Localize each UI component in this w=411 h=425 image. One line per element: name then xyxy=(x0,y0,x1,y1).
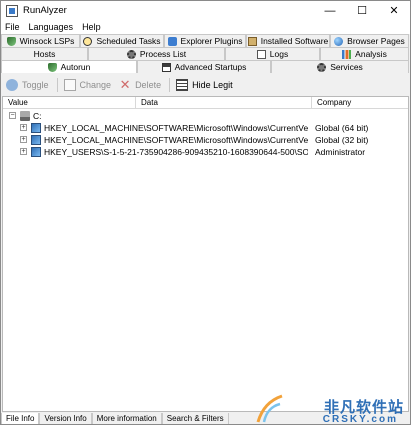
maximize-button[interactable]: ☐ xyxy=(346,1,378,20)
toggle-button[interactable]: Toggle xyxy=(6,79,49,91)
tab-logs[interactable]: Logs xyxy=(225,47,320,60)
window-title: RunAlyzer xyxy=(23,5,67,16)
tab-label: Autorun xyxy=(60,62,91,72)
app-icon xyxy=(6,4,18,17)
registry-key-icon xyxy=(31,123,41,133)
tab-label: Logs xyxy=(269,49,289,59)
tab-row-3: Autorun Advanced Startups Services xyxy=(1,60,409,73)
app-window: RunAlyzer — ☐ ✕ File Languages Help Wins… xyxy=(0,0,411,425)
registry-key-icon xyxy=(31,135,41,145)
column-company[interactable]: Company xyxy=(312,97,408,109)
close-button[interactable]: ✕ xyxy=(378,1,410,20)
globe-icon xyxy=(334,36,344,46)
toggle-icon xyxy=(6,79,18,91)
gears-icon xyxy=(126,49,136,59)
change-label: Change xyxy=(79,80,112,90)
tab-label: Scheduled Tasks xyxy=(96,36,161,46)
tab-explorer-plugins[interactable]: Explorer Plugins xyxy=(164,34,246,47)
toolbar-separator xyxy=(169,78,171,92)
document-icon xyxy=(256,49,266,59)
tab-search-filters[interactable]: Search & Filters xyxy=(161,413,229,424)
minimize-button[interactable]: — xyxy=(314,1,346,20)
tab-autorun[interactable]: Autorun xyxy=(1,60,137,73)
title-bar: RunAlyzer — ☐ ✕ xyxy=(1,1,410,20)
clock-icon xyxy=(83,36,93,46)
hide-legit-button[interactable]: Hide Legit xyxy=(176,79,233,91)
tree-row[interactable]: + HKEY_USERS\S-1-5-21-735904286-90943521… xyxy=(3,146,408,158)
edit-icon xyxy=(63,79,76,91)
menu-help[interactable]: Help xyxy=(82,22,101,32)
tree-row[interactable]: + HKEY_LOCAL_MACHINE\SOFTWARE\Microsoft\… xyxy=(3,122,408,134)
row-value: HKEY_LOCAL_MACHINE\SOFTWARE\Microsoft\Wi… xyxy=(44,123,308,133)
tab-more-information[interactable]: More information xyxy=(91,413,162,424)
tab-analysis[interactable]: Analysis xyxy=(320,47,409,60)
shield-icon xyxy=(6,36,16,46)
row-value: HKEY_USERS\S-1-5-21-735904286-909435210-… xyxy=(44,147,308,157)
row-company: Global (32 bit) xyxy=(315,135,369,145)
list-header: Value Data Company xyxy=(3,97,408,109)
expand-icon[interactable]: + xyxy=(20,136,27,143)
tab-label: Installed Software xyxy=(260,36,329,46)
tree-row[interactable]: + HKEY_LOCAL_MACHINE\SOFTWARE\Microsoft\… xyxy=(3,134,408,146)
menu-bar: File Languages Help xyxy=(1,20,410,34)
tab-file-info[interactable]: File Info xyxy=(1,413,40,424)
registry-key-icon xyxy=(31,147,41,157)
tab-scheduled-tasks[interactable]: Scheduled Tasks xyxy=(80,34,164,47)
tab-row-2: Hosts Process List Logs Analysis xyxy=(1,47,409,60)
expand-icon[interactable]: + xyxy=(20,148,27,155)
menu-languages[interactable]: Languages xyxy=(29,22,74,32)
toggle-label: Toggle xyxy=(22,80,49,90)
tab-process-list[interactable]: Process List xyxy=(88,47,225,60)
tree-icon xyxy=(161,62,171,72)
gears-icon xyxy=(317,62,327,72)
toolbar: Toggle Change ✕ Delete Hide Legit xyxy=(1,75,410,95)
expand-icon[interactable]: + xyxy=(20,124,27,131)
chart-icon xyxy=(342,49,352,59)
row-value: HKEY_LOCAL_MACHINE\SOFTWARE\Microsoft\Wi… xyxy=(44,135,308,145)
delete-label: Delete xyxy=(135,80,162,90)
tab-label: Services xyxy=(330,62,363,72)
tab-services[interactable]: Services xyxy=(271,60,409,73)
tab-label: Explorer Plugins xyxy=(180,36,243,46)
info-tab-strip: File Info Version Info More information … xyxy=(1,413,410,424)
column-data[interactable]: Data xyxy=(136,97,312,109)
tab-label: Process List xyxy=(139,49,187,59)
tab-label: Analysis xyxy=(355,49,387,59)
tab-browser-pages[interactable]: Browser Pages xyxy=(330,34,409,47)
row-company: Administrator xyxy=(315,147,366,157)
list-filter-icon xyxy=(176,79,189,91)
window-controls: — ☐ ✕ xyxy=(314,1,410,20)
toolbar-separator xyxy=(56,78,58,92)
column-value[interactable]: Value xyxy=(3,97,136,109)
tab-installed-software[interactable]: Installed Software xyxy=(246,34,330,47)
puzzle-icon xyxy=(167,36,177,46)
delete-x-icon: ✕ xyxy=(119,77,131,92)
package-icon xyxy=(247,36,257,46)
tab-label: Winsock LSPs xyxy=(19,36,75,46)
autorun-tree-list[interactable]: Value Data Company − C: + HKEY_LOCAL_MAC… xyxy=(2,96,409,412)
drive-icon xyxy=(20,111,30,121)
tab-row-1: Winsock LSPs Scheduled Tasks Explorer Pl… xyxy=(1,34,409,47)
tab-hosts[interactable]: Hosts xyxy=(1,47,88,60)
tree-root-label: C: xyxy=(33,111,42,121)
tab-strip: Winsock LSPs Scheduled Tasks Explorer Pl… xyxy=(1,34,410,74)
tab-label: Hosts xyxy=(33,49,56,59)
change-button[interactable]: Change xyxy=(63,79,112,91)
row-company: Global (64 bit) xyxy=(315,123,369,133)
collapse-icon[interactable]: − xyxy=(9,112,16,119)
tab-winsock-lsps[interactable]: Winsock LSPs xyxy=(1,34,80,47)
tab-label: Advanced Startups xyxy=(174,62,247,72)
tab-version-info[interactable]: Version Info xyxy=(39,413,92,424)
tab-label: Browser Pages xyxy=(347,36,405,46)
tab-advanced-startups[interactable]: Advanced Startups xyxy=(137,60,271,73)
hide-legit-label: Hide Legit xyxy=(192,80,233,90)
tree-root-row[interactable]: − C: xyxy=(3,110,408,122)
shield-icon xyxy=(47,62,57,72)
menu-file[interactable]: File xyxy=(5,22,20,32)
delete-button[interactable]: ✕ Delete xyxy=(119,77,162,92)
